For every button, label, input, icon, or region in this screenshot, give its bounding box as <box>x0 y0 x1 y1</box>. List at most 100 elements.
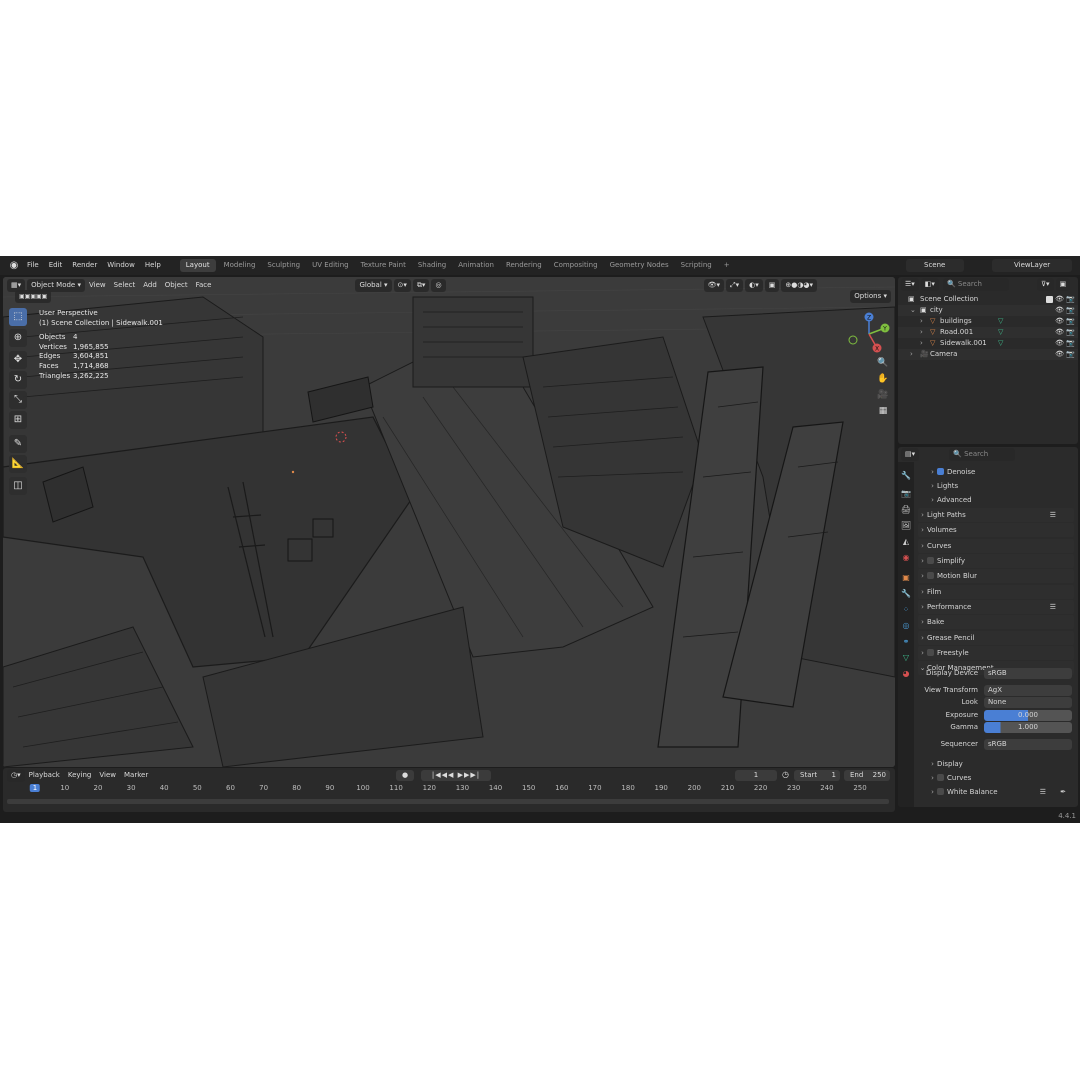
perspective-grid-icon[interactable]: ▦ <box>875 403 891 419</box>
subpanel-enable-checkbox[interactable] <box>937 774 944 781</box>
menu-help[interactable]: Help <box>140 256 166 275</box>
timeline-menu-view[interactable]: View <box>95 769 120 782</box>
measure-tool-icon[interactable]: 📐 <box>9 455 27 473</box>
sequencer-dropdown[interactable]: sRGB <box>984 739 1072 750</box>
select-box-tool-icon[interactable]: ⬚ <box>9 308 27 326</box>
modifier-tab-icon[interactable]: 🔧 <box>900 588 912 600</box>
playback-controls[interactable]: |◀◀◀ ▶▶▶| <box>421 770 491 781</box>
render-camera-icon[interactable]: 📷 <box>1066 294 1075 305</box>
material-tab-icon[interactable]: ◕ <box>900 668 912 680</box>
workspace-tab-geometry-nodes[interactable]: Geometry Nodes <box>604 256 675 275</box>
eyedropper-icon[interactable]: ✒ <box>1060 785 1066 799</box>
tool-tab-icon[interactable]: 🔧 <box>900 470 912 482</box>
outliner-editor-type-icon[interactable]: ☰▾ <box>901 278 919 291</box>
outliner-search-input[interactable]: 🔍 Search <box>942 278 1009 291</box>
menu-render[interactable]: Render <box>67 256 102 275</box>
end-frame-field[interactable]: End 250 <box>844 770 890 781</box>
outliner-row-camera[interactable]: › 🎥 Camera 👁 📷 <box>898 349 1078 360</box>
viewport-menu-object[interactable]: Object <box>161 279 192 292</box>
view-transform-dropdown[interactable]: AgX <box>984 685 1072 696</box>
outliner-row-sidewalk-001[interactable]: › ▽ Sidewalk.001 ▽ 👁 📷 <box>898 338 1078 349</box>
annotate-tool-icon[interactable]: ✎ <box>9 435 27 453</box>
menu-file[interactable]: File <box>22 256 44 275</box>
constraints-tab-icon[interactable]: ⚭ <box>900 636 912 648</box>
visibility-eye-icon[interactable]: 👁 <box>1055 327 1064 338</box>
visibility-icon[interactable]: 👁▾ <box>703 279 724 292</box>
panel-denoise[interactable]: › Denoise <box>928 465 1074 479</box>
workspace-tab-texture-paint[interactable]: Texture Paint <box>355 256 412 275</box>
workspace-tab-sculpting[interactable]: Sculpting <box>261 256 306 275</box>
expand-arrow-icon[interactable]: › <box>910 349 913 360</box>
blender-logo-icon[interactable]: ◉ <box>6 258 22 274</box>
snap-icon[interactable]: ⧉▾ <box>412 279 430 292</box>
current-frame-field[interactable]: 1 <box>735 770 777 781</box>
particles-tab-icon[interactable]: ⁘ <box>900 604 912 616</box>
3d-viewport[interactable]: ▦▾ Object Mode ▾ View Select Add Object Face… <box>3 277 895 767</box>
panel-lights[interactable]: › Lights <box>928 479 1074 493</box>
filter-icon[interactable]: ⊽▾ <box>1036 278 1054 291</box>
timeline-track[interactable] <box>7 799 889 804</box>
start-frame-field[interactable]: Start 1 <box>794 770 840 781</box>
physics-tab-icon[interactable]: ◎ <box>900 620 912 632</box>
rotate-tool-icon[interactable]: ↻ <box>9 371 27 389</box>
subpanel-enable-checkbox[interactable] <box>937 788 944 795</box>
display-device-dropdown[interactable]: sRGB <box>984 668 1072 679</box>
panel-curves[interactable]: › Curves <box>918 539 1074 553</box>
outliner-root-row[interactable]: ▣ Scene Collection 👁 📷 <box>898 294 1078 305</box>
scale-tool-icon[interactable]: ⤡ <box>9 391 27 409</box>
timeline-menu-playback[interactable]: Playback <box>25 769 64 782</box>
menu-edit[interactable]: Edit <box>44 256 68 275</box>
new-collection-icon[interactable]: ▣ <box>1055 278 1071 291</box>
outliner-row-city[interactable]: ⌄ ▣ city 👁 📷 <box>898 305 1078 316</box>
expand-arrow-icon[interactable]: › <box>920 327 923 338</box>
expand-arrow-icon[interactable]: ⌄ <box>910 305 916 316</box>
shading-modes[interactable]: ⊕●◑◕▾ <box>781 279 818 292</box>
cursor-tool-icon[interactable]: ⊕ <box>9 329 27 347</box>
transform-tool-icon[interactable]: ⊞ <box>9 411 27 429</box>
expand-arrow-icon[interactable]: › <box>920 316 923 327</box>
data-tab-icon[interactable]: ▽ <box>900 652 912 664</box>
move-tool-icon[interactable]: ✥ <box>9 351 27 369</box>
panel-film[interactable]: › Film <box>918 585 1074 599</box>
look-dropdown[interactable]: None <box>984 697 1072 708</box>
outliner-row-road-001[interactable]: › ▽ Road.001 ▽ 👁 📷 <box>898 327 1078 338</box>
visibility-eye-icon[interactable]: 👁 <box>1055 294 1064 305</box>
world-tab-icon[interactable]: ◉ <box>900 552 912 564</box>
visibility-eye-icon[interactable]: 👁 <box>1055 349 1064 360</box>
panel-enable-checkbox[interactable] <box>937 468 944 475</box>
presets-list-icon[interactable]: ☰ <box>1050 600 1056 614</box>
viewport-menu-face[interactable]: Face <box>192 279 216 292</box>
timeline-menu-keying[interactable]: Keying <box>64 769 96 782</box>
render-camera-icon[interactable]: 📷 <box>1066 327 1075 338</box>
select-mode-icons[interactable]: ▣▣▣▣▣ <box>15 290 52 303</box>
add-cube-tool-icon[interactable]: ◫ <box>9 477 27 495</box>
output-tab-icon[interactable]: 🖨 <box>900 504 912 516</box>
panel-enable-checkbox[interactable] <box>927 557 934 564</box>
panel-enable-checkbox[interactable] <box>927 649 934 656</box>
pivot-icon[interactable]: ⊙▾ <box>393 279 411 292</box>
panel-enable-checkbox[interactable] <box>927 572 934 579</box>
zoom-icon[interactable]: 🔍 <box>875 355 891 371</box>
workspace-tab-uv-editing[interactable]: UV Editing <box>306 256 355 275</box>
panel-volumes[interactable]: › Volumes <box>918 523 1074 537</box>
pan-hand-icon[interactable]: ✋ <box>875 371 891 387</box>
record-button[interactable]: ● <box>396 770 414 781</box>
presets-list-icon[interactable]: ☰ <box>1040 785 1046 799</box>
visibility-eye-icon[interactable]: 👁 <box>1055 316 1064 327</box>
panel-freestyle[interactable]: › Freestyle <box>918 646 1074 660</box>
properties-search-input[interactable]: 🔍 Search <box>949 447 1016 461</box>
menu-window[interactable]: Window <box>102 256 140 275</box>
view-layer-tab-icon[interactable]: 🖼 <box>900 520 912 532</box>
gizmo-icon[interactable]: ⤢▾ <box>725 279 744 292</box>
orientation-dropdown[interactable]: Global ▾ <box>355 279 392 292</box>
exclude-checkbox[interactable] <box>1046 296 1053 303</box>
render-camera-icon[interactable]: 📷 <box>1066 338 1075 349</box>
view-layer-selector[interactable]: ViewLayer <box>992 259 1072 272</box>
workspace-tab-modeling[interactable]: Modeling <box>218 256 262 275</box>
render-camera-icon[interactable]: 📷 <box>1066 316 1075 327</box>
gamma-slider[interactable]: 1.000 <box>984 722 1072 733</box>
panel-bake[interactable]: › Bake <box>918 615 1074 629</box>
subpanel-white-balance[interactable]: › White Balance ☰ ✒ <box>928 785 1074 799</box>
workspace-tab-layout[interactable]: Layout <box>179 259 216 272</box>
panel-advanced[interactable]: › Advanced <box>928 493 1074 507</box>
